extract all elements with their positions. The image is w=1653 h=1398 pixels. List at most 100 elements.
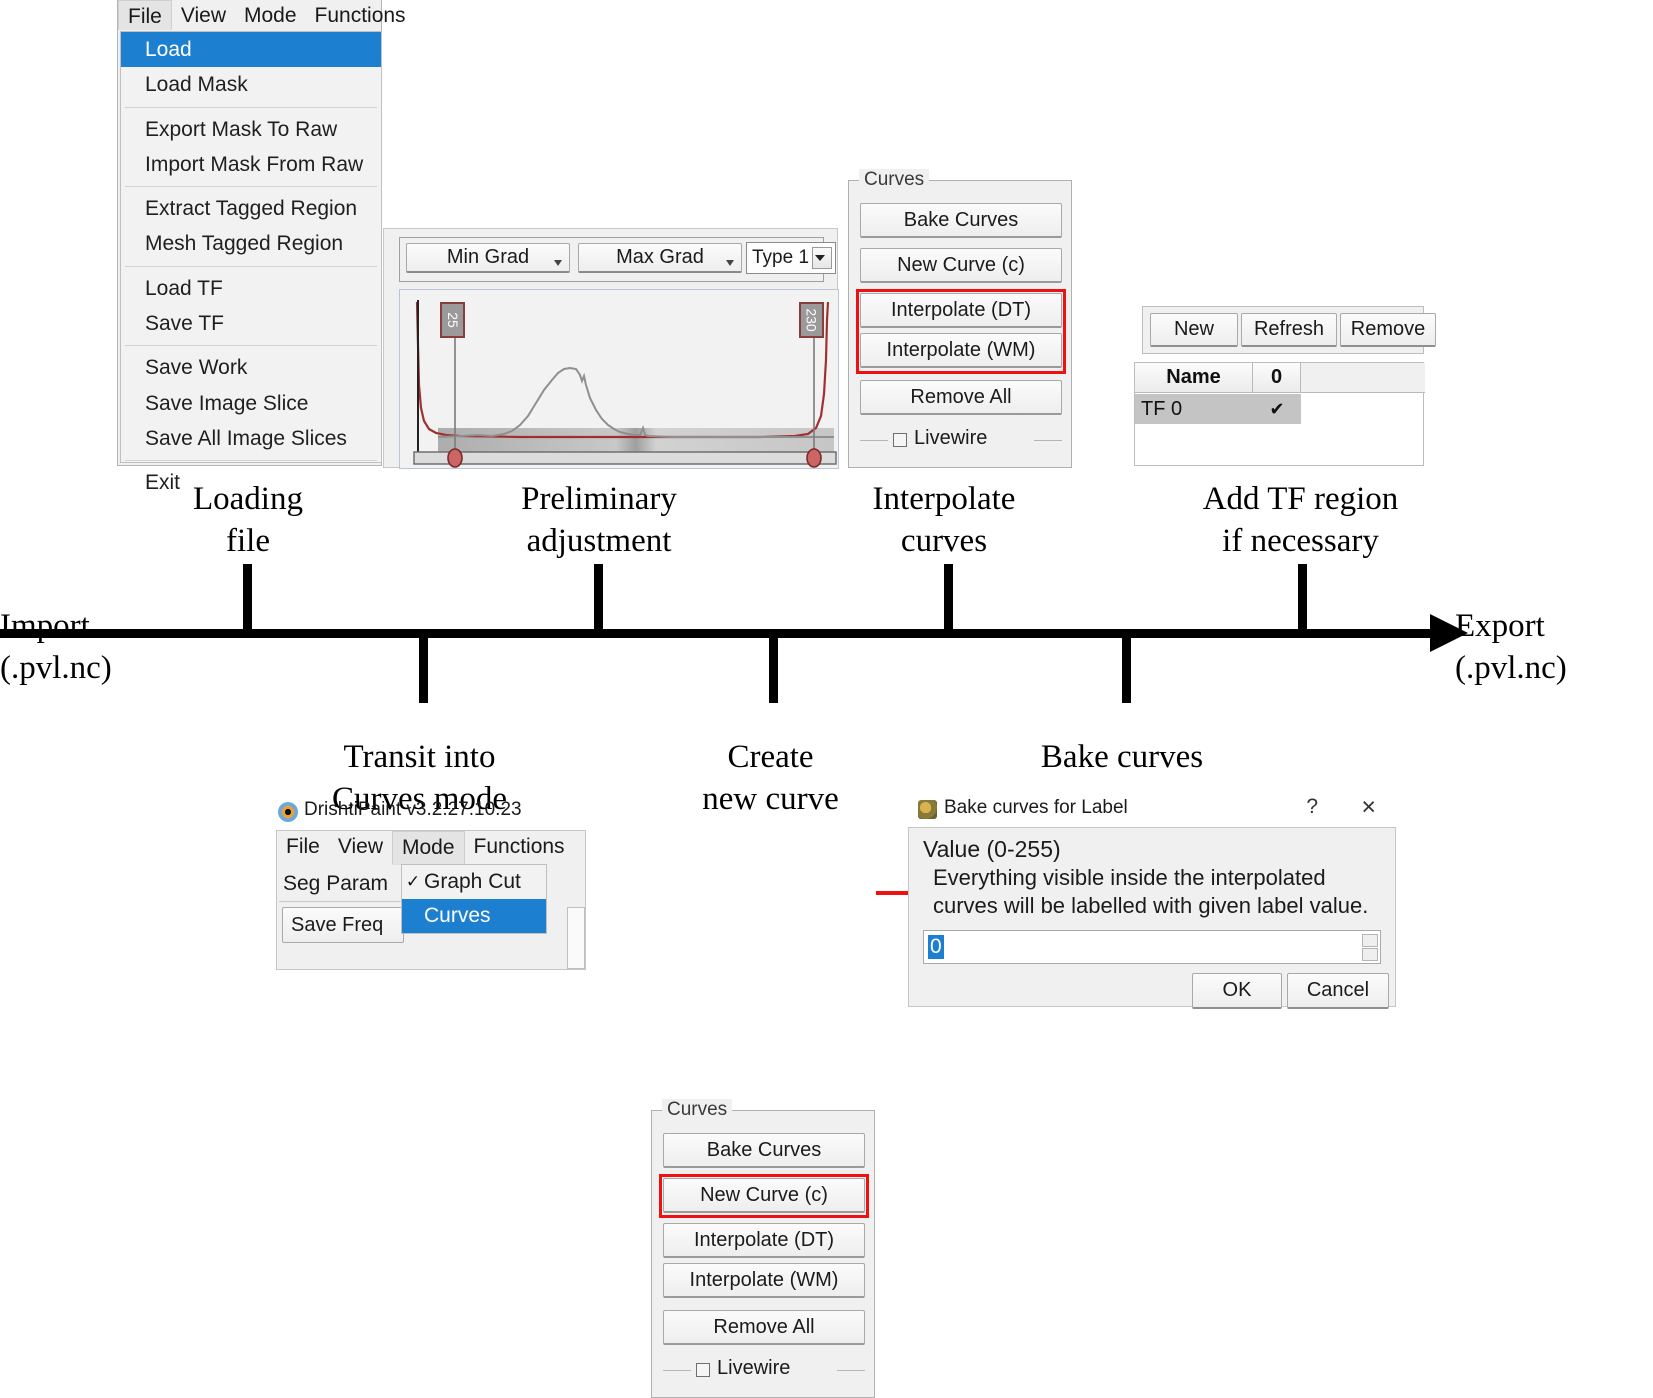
timeline-label-add-tf-region: Add TF region if necessary (1143, 478, 1458, 562)
timeline-end-label: Export (.pvl.nc) (1455, 605, 1653, 689)
menu-view[interactable]: View (172, 0, 235, 30)
menu-separator (125, 345, 377, 346)
dp-scroll-area[interactable] (567, 907, 585, 969)
divider-right (837, 1370, 865, 1371)
ok-label: OK (1223, 979, 1252, 1002)
menu-separator (125, 266, 377, 267)
histogram-left-marker-value: 25 (444, 312, 460, 328)
chevron-down-glyph (815, 255, 825, 261)
ok-button[interactable]: OK (1192, 973, 1282, 1009)
tf-refresh-button[interactable]: Refresh (1241, 313, 1337, 347)
histogram-right-marker[interactable]: 230 (799, 302, 824, 338)
tf-new-label: New (1174, 318, 1214, 341)
menu-separator (125, 107, 377, 108)
menu-item-save-all-image-slices[interactable]: Save All Image Slices (121, 421, 381, 456)
tf-refresh-label: Refresh (1254, 318, 1324, 341)
drishtipaint-menubar: File View Mode Functions (277, 831, 585, 865)
tf-table-header: Name 0 (1135, 363, 1425, 393)
timeline-tick-3 (944, 564, 953, 630)
menu-item-load[interactable]: Load (121, 32, 381, 67)
drishtipaint-window: DrishtiPaint v3.2.27.10.23 File View Mod… (276, 798, 586, 970)
timeline-label-bake-curves: Bake curves (982, 736, 1262, 778)
tf-column-0[interactable]: 0 (1253, 363, 1301, 393)
interpolate-wm-button-top[interactable]: Interpolate (WM) (860, 333, 1062, 368)
interpolate-wm-label: Interpolate (WM) (690, 1269, 839, 1292)
bake-dialog-body: Value (0-255) Everything visible inside … (908, 827, 1396, 1007)
histogram-left-marker[interactable]: 25 (440, 302, 465, 338)
timeline-tick-4 (1298, 564, 1307, 630)
tf-column-0-label: 0 (1271, 366, 1282, 389)
drishtipaint-title: DrishtiPaint v3.2.27.10.23 (304, 799, 522, 821)
histogram-plot[interactable]: 25 230 (399, 289, 839, 469)
interpolate-wm-button-bottom[interactable]: Interpolate (WM) (663, 1263, 865, 1298)
table-row[interactable]: TF 0 ✔ (1135, 394, 1301, 424)
bake-curves-button-top[interactable]: Bake Curves (860, 203, 1062, 238)
dp-menu-mode[interactable]: Mode (392, 831, 465, 865)
divider-left (663, 1370, 691, 1371)
cancel-button[interactable]: Cancel (1287, 973, 1389, 1009)
menu-item-mesh-tagged-region[interactable]: Mesh Tagged Region (121, 226, 381, 261)
tf-column-name[interactable]: Name (1135, 363, 1253, 393)
close-icon[interactable]: × (1361, 793, 1376, 822)
bake-curves-label: Bake Curves (707, 1139, 822, 1162)
new-curve-button-bottom[interactable]: New Curve (c) (663, 1178, 865, 1213)
remove-all-button-top[interactable]: Remove All (860, 380, 1062, 415)
menu-item-load-tf[interactable]: Load TF (121, 271, 381, 306)
bake-dialog-titlebar: Bake curves for Label ? × (908, 795, 1396, 825)
menu-separator (125, 186, 377, 187)
livewire-checkbox[interactable] (696, 1363, 710, 1377)
livewire-checkbox[interactable] (893, 433, 907, 447)
menu-separator (125, 460, 377, 461)
spinner-up-icon[interactable] (1362, 934, 1378, 947)
new-curve-button-top[interactable]: New Curve (c) (860, 248, 1062, 283)
menu-item-save-image-slice[interactable]: Save Image Slice (121, 386, 381, 421)
menu-item-import-mask-from-raw[interactable]: Import Mask From Raw (121, 147, 381, 182)
dp-menu-view[interactable]: View (329, 831, 392, 865)
dp-toolbar-tab-label: Seg Param (279, 872, 388, 896)
dp-menu-file[interactable]: File (277, 831, 329, 865)
new-curve-label: New Curve (c) (897, 254, 1025, 277)
curves-panel-top: Curves Bake Curves New Curve (c) Interpo… (848, 180, 1072, 468)
mode-item-curves[interactable]: Curves (402, 899, 546, 933)
mode-item-graph-cut[interactable]: ✓ Graph Cut (402, 865, 546, 899)
livewire-label: Livewire (717, 1357, 790, 1380)
interpolate-wm-label: Interpolate (WM) (887, 339, 1036, 362)
bake-dialog-title: Bake curves for Label (944, 797, 1128, 819)
dp-toolbar-tab[interactable]: Seg Param (279, 867, 401, 902)
mode-item-graph-cut-label: Graph Cut (424, 870, 521, 894)
dp-save-freq-button[interactable]: Save Freq (282, 907, 404, 943)
bake-curves-button-bottom[interactable]: Bake Curves (663, 1133, 865, 1168)
spinner-down-icon[interactable] (1362, 948, 1378, 961)
new-curve-label: New Curve (c) (700, 1184, 828, 1207)
remove-all-button-bottom[interactable]: Remove All (663, 1310, 865, 1345)
interpolate-dt-button-top[interactable]: Interpolate (DT) (860, 293, 1062, 328)
dp-menu-functions[interactable]: Functions (465, 831, 574, 865)
tf-row-checkmark[interactable]: ✔ (1253, 399, 1301, 420)
bake-dialog-body-text: Everything visible inside the interpolat… (933, 864, 1383, 919)
tf-remove-button[interactable]: Remove (1340, 313, 1436, 347)
chevron-down-icon (554, 260, 562, 266)
help-icon[interactable]: ? (1306, 795, 1318, 819)
curves-panel-bottom-caption: Curves (662, 1099, 732, 1121)
mode-dropdown: ✓ Graph Cut Curves (401, 864, 547, 934)
min-grad-combo[interactable]: Min Grad (406, 243, 570, 273)
value-spinbox[interactable]: 0 (923, 930, 1381, 964)
menu-item-save-tf[interactable]: Save TF (121, 306, 381, 341)
menu-functions[interactable]: Functions (306, 0, 415, 30)
menu-item-extract-tagged-region[interactable]: Extract Tagged Region (121, 191, 381, 226)
remove-all-label: Remove All (910, 386, 1011, 409)
menu-file[interactable]: File (118, 0, 172, 30)
menu-item-export-mask-to-raw[interactable]: Export Mask To Raw (121, 112, 381, 147)
tf-new-button[interactable]: New (1150, 313, 1238, 347)
menu-mode[interactable]: Mode (235, 0, 306, 30)
curves-panel-top-caption: Curves (859, 169, 929, 191)
type-combo[interactable]: Type 1 (746, 242, 836, 274)
interpolate-dt-button-bottom[interactable]: Interpolate (DT) (663, 1223, 865, 1258)
menu-item-load-mask[interactable]: Load Mask (121, 67, 381, 102)
file-menu-dropdown: Load Load Mask Export Mask To Raw Import… (120, 31, 382, 463)
file-menu-window: File View Mode Functions Load Load Mask … (117, 0, 382, 466)
menu-item-save-work[interactable]: Save Work (121, 350, 381, 385)
max-grad-combo[interactable]: Max Grad (578, 243, 742, 273)
timeline-label-interpolate-curves: Interpolate curves (819, 478, 1069, 562)
timeline-tick-2 (594, 564, 603, 630)
